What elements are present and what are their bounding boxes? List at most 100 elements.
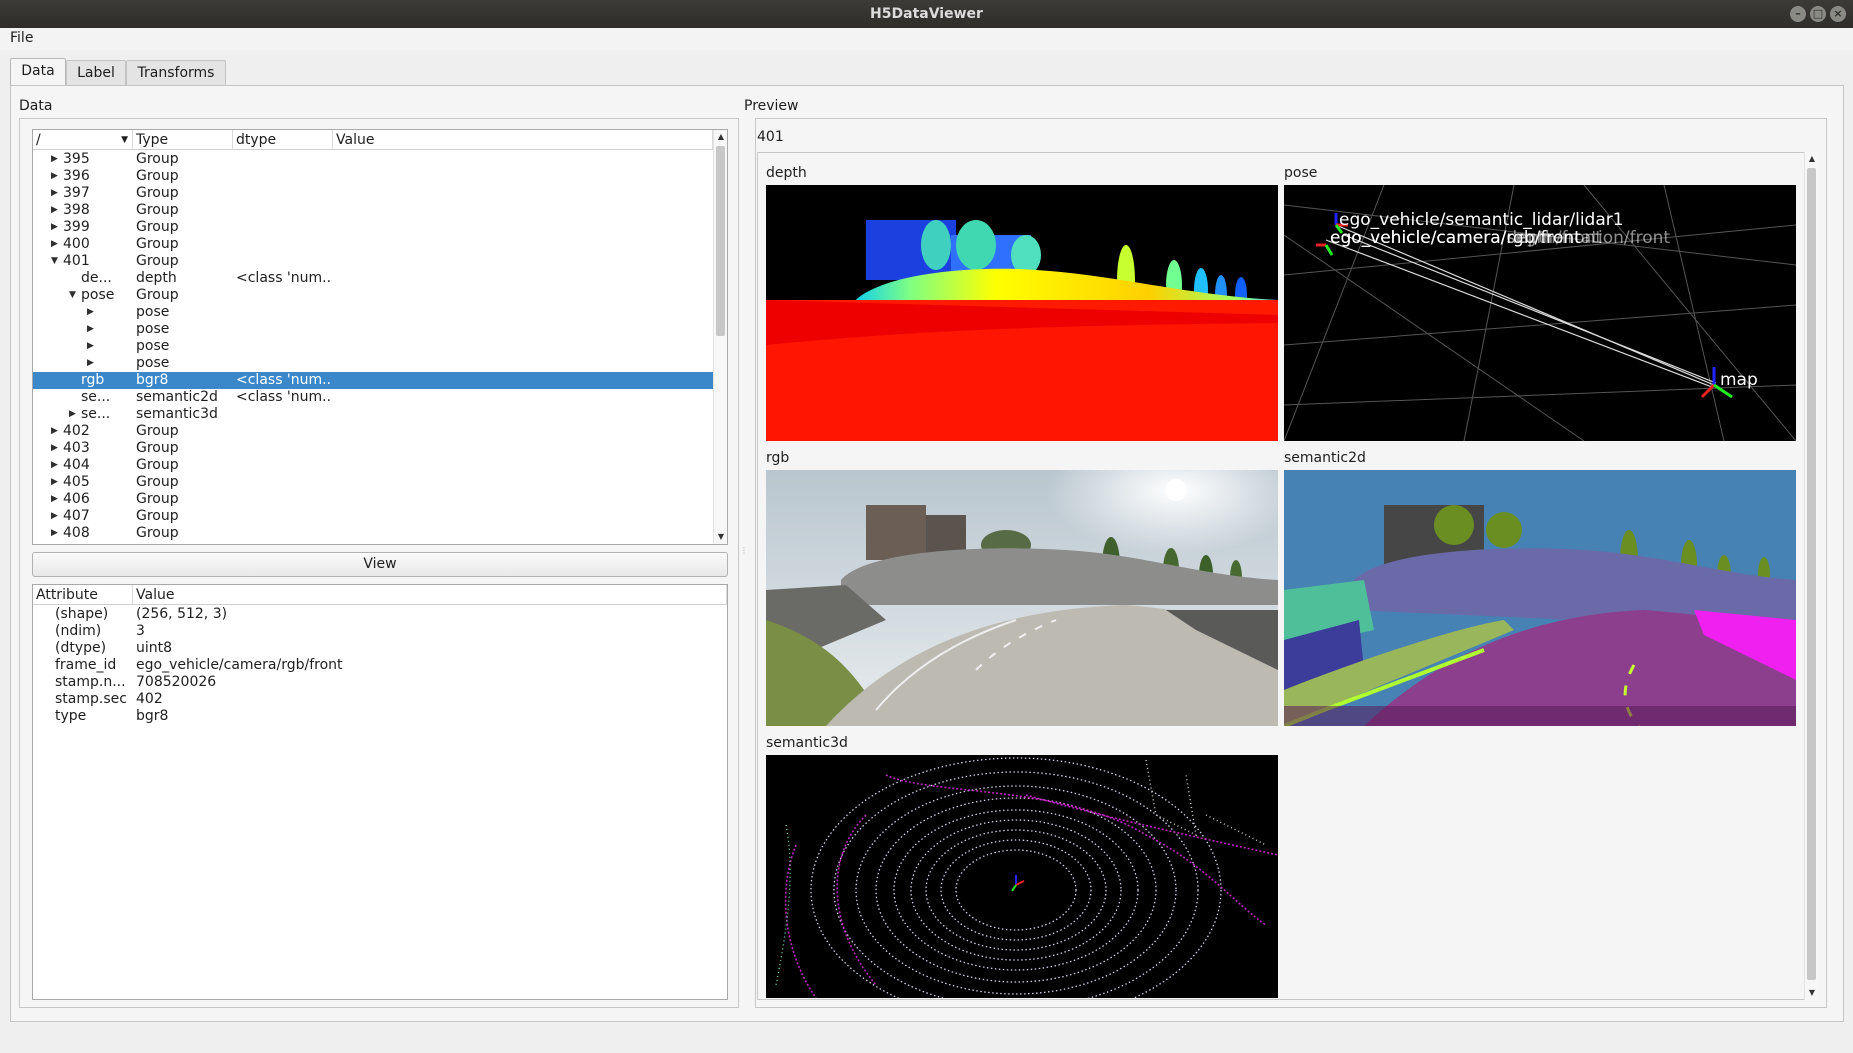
tree-row[interactable]: ▶ pose (33, 321, 713, 338)
menu-file[interactable]: File (10, 30, 33, 46)
expand-arrow-icon[interactable]: ▶ (87, 355, 94, 372)
attribute-table[interactable]: Attribute Value (shape) (256, 512, 3) (ndi… (32, 584, 728, 1000)
expand-arrow-icon[interactable]: ▶ (51, 202, 58, 219)
tab-transforms[interactable]: Transforms (126, 60, 226, 85)
tree-row[interactable]: ▶ 405 Group (33, 474, 713, 491)
attr-rows: (shape) (256, 512, 3) (ndim) 3 (dtype) uint8 f… (33, 606, 713, 725)
tree-row[interactable]: ▶ 406 Group (33, 491, 713, 508)
attribute-row[interactable]: stamp.n... 708520026 (33, 674, 713, 691)
tree-row[interactable]: ▶ 404 Group (33, 457, 713, 474)
expand-arrow-icon[interactable]: ▶ (51, 236, 58, 253)
pose-frame-label-lidar: ego_vehicle/semantic_lidar/lidar1 (1339, 210, 1624, 230)
sort-indicator-icon: ▼ (121, 135, 128, 145)
attr-header-value[interactable]: Value (133, 585, 727, 605)
tree-cell-type: pose (136, 304, 170, 320)
collapse-arrow-icon[interactable]: ▼ (51, 253, 58, 270)
minimize-icon[interactable]: – (1790, 6, 1806, 22)
attribute-row[interactable]: (dtype) uint8 (33, 640, 713, 657)
expand-arrow-icon[interactable]: ▶ (51, 508, 58, 525)
tree-cell-type: Group (136, 151, 179, 167)
expand-arrow-icon[interactable]: ▶ (87, 304, 94, 321)
view-button[interactable]: View (32, 552, 728, 577)
tab-label[interactable]: Label (66, 60, 126, 85)
attribute-name: frame_id (55, 657, 117, 673)
expand-arrow-icon[interactable]: ▶ (51, 491, 58, 508)
expand-arrow-icon[interactable]: ▶ (51, 219, 58, 236)
preview-scroll-down-icon[interactable]: ▼ (1805, 986, 1819, 1000)
splitter-handle[interactable]: ⋮ (740, 546, 748, 560)
rgb-image (766, 470, 1278, 726)
attribute-row[interactable]: frame_id ego_vehicle/camera/rgb/front (33, 657, 713, 674)
attr-header-attribute[interactable]: Attribute (33, 585, 133, 605)
tree-row[interactable]: ▶ 408 Group (33, 525, 713, 542)
tree-cell-name: 399 (63, 219, 90, 235)
preview-group-title: Preview (744, 98, 799, 114)
panel-label-rgb: rgb (766, 450, 790, 466)
tree-row[interactable]: se... semantic2d <class 'num... (33, 389, 713, 406)
expand-arrow-icon[interactable]: ▶ (87, 321, 94, 338)
attribute-name: stamp.sec (55, 691, 127, 707)
tree-row[interactable]: ▶ pose (33, 338, 713, 355)
expand-arrow-icon[interactable]: ▶ (51, 474, 58, 491)
tree-header-value[interactable]: Value (333, 130, 713, 150)
preview-scroll-up-icon[interactable]: ▲ (1805, 152, 1819, 166)
attribute-name: (shape) (55, 606, 109, 622)
tree-header-dtype[interactable]: dtype (233, 130, 333, 150)
tree-cell-type: Group (136, 185, 179, 201)
tree-row[interactable]: ▶ se... semantic3d (33, 406, 713, 423)
expand-arrow-icon[interactable]: ▶ (51, 185, 58, 202)
scroll-up-icon[interactable]: ▲ (714, 130, 727, 144)
attribute-row[interactable]: stamp.sec 402 (33, 691, 713, 708)
tree-row[interactable]: ▶ pose (33, 304, 713, 321)
collapse-arrow-icon[interactable]: ▼ (69, 287, 76, 304)
tree-cell-type: Group (136, 423, 179, 439)
tree-row[interactable]: ▶ 402 Group (33, 423, 713, 440)
preview-scroll-thumb[interactable] (1807, 168, 1816, 980)
data-group-title: Data (19, 98, 53, 114)
tree-row[interactable]: ▶ 403 Group (33, 440, 713, 457)
attribute-row[interactable]: type bgr8 (33, 708, 713, 725)
maximize-icon[interactable]: □ (1810, 6, 1826, 22)
expand-arrow-icon[interactable]: ▶ (51, 151, 58, 168)
attribute-row[interactable]: (ndim) 3 (33, 623, 713, 640)
tree-row[interactable]: ▶ 399 Group (33, 219, 713, 236)
tree-cell-type: Group (136, 287, 179, 303)
data-tree[interactable]: / ▼ Type dtype Value ▶ 395 Group ▶ 396 Group ▶… (32, 129, 728, 545)
tree-cell-type: pose (136, 338, 170, 354)
tree-row[interactable]: ▼ 401 Group (33, 253, 713, 270)
expand-arrow-icon[interactable]: ▶ (51, 457, 58, 474)
window-titlebar: H5DataViewer (0, 0, 1853, 28)
tree-scrollbar[interactable]: ▲ ▼ (713, 130, 727, 544)
expand-arrow-icon[interactable]: ▶ (51, 440, 58, 457)
tree-header-type[interactable]: Type (133, 130, 233, 150)
panel-label-semantic2d: semantic2d (1284, 450, 1366, 466)
tree-row[interactable]: rgb bgr8 <class 'num... (33, 372, 713, 389)
scroll-down-icon[interactable]: ▼ (714, 530, 727, 544)
tree-cell-name: 402 (63, 423, 90, 439)
tree-row[interactable]: ▶ 407 Group (33, 508, 713, 525)
preview-scrollbar[interactable]: ▲ ▼ (1804, 152, 1818, 1000)
preview-sample-id: 401 (757, 129, 784, 145)
scroll-thumb[interactable] (716, 146, 725, 336)
semantic3d-image (766, 755, 1278, 998)
expand-arrow-icon[interactable]: ▶ (69, 406, 76, 423)
tree-row[interactable]: ▶ 396 Group (33, 168, 713, 185)
tree-row[interactable]: ▶ 395 Group (33, 151, 713, 168)
tree-row[interactable]: ▶ pose (33, 355, 713, 372)
semantic3d-render (775, 757, 1278, 998)
expand-arrow-icon[interactable]: ▶ (87, 338, 94, 355)
tree-header-name[interactable]: / ▼ (33, 130, 133, 150)
tree-row[interactable]: ▶ 400 Group (33, 236, 713, 253)
tree-cell-name: se... (81, 406, 111, 422)
tab-data[interactable]: Data (10, 58, 66, 86)
attribute-row[interactable]: (shape) (256, 512, 3) (33, 606, 713, 623)
tree-row[interactable]: ▶ 398 Group (33, 202, 713, 219)
expand-arrow-icon[interactable]: ▶ (51, 168, 58, 185)
tree-row[interactable]: ▼ pose Group (33, 287, 713, 304)
tree-row[interactable]: de... depth <class 'num... (33, 270, 713, 287)
tree-cell-name: pose (81, 287, 115, 303)
expand-arrow-icon[interactable]: ▶ (51, 423, 58, 440)
tree-row[interactable]: ▶ 397 Group (33, 185, 713, 202)
close-icon[interactable]: × (1830, 6, 1846, 22)
expand-arrow-icon[interactable]: ▶ (51, 525, 58, 542)
